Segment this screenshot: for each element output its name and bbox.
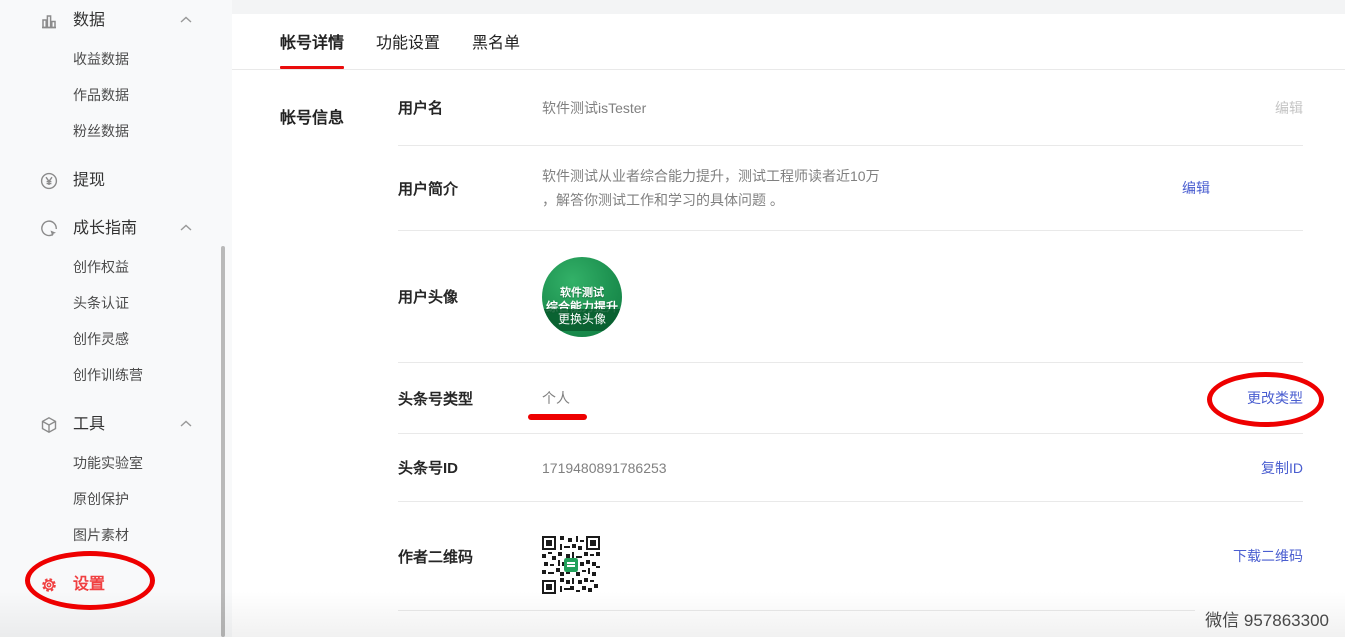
row-username: 用户名 软件测试isTester 编辑 <box>398 70 1303 146</box>
sidebar-item-label: 创作训练营 <box>73 364 143 386</box>
author-qr-code <box>542 536 600 594</box>
sidebar-group-label: 工具 <box>73 414 105 436</box>
username-label: 用户名 <box>398 97 542 118</box>
sidebar: 数据 收益数据 作品数据 粉丝数据 提现 成长指南 创作权益 头条认证 创作灵感… <box>0 0 232 637</box>
sidebar-group-tools[interactable]: 工具 <box>0 414 222 436</box>
sidebar-group-label: 成长指南 <box>73 218 137 240</box>
sidebar-item-creation-camp[interactable]: 创作训练营 <box>0 364 222 386</box>
sidebar-item-label: 设置 <box>73 574 105 596</box>
wechat-watermark: 微信 957863300 <box>1195 604 1333 635</box>
sidebar-item-label: 头条认证 <box>73 292 129 314</box>
row-author-qrcode: 作者二维码 <box>398 502 1303 611</box>
sidebar-group-withdraw[interactable]: 提现 <box>0 170 222 192</box>
copy-id-button[interactable]: 复制ID <box>1261 458 1303 478</box>
account-type-label: 头条号类型 <box>398 388 542 409</box>
tab-feature-settings[interactable]: 功能设置 <box>376 29 440 69</box>
download-qrcode-button[interactable]: 下载二维码 <box>1233 546 1303 566</box>
sidebar-item-creation-inspiration[interactable]: 创作灵感 <box>0 328 222 350</box>
sidebar-item-label: 图片素材 <box>73 524 129 546</box>
qrcode-label: 作者二维码 <box>398 546 542 567</box>
sidebar-item-feature-lab[interactable]: 功能实验室 <box>0 452 222 474</box>
row-account-id: 头条号ID 1719480891786253 复制ID <box>398 434 1303 502</box>
bio-value: 软件测试从业者综合能力提升，测试工程师读者近10万 ，解答你测试工作和学习的具体… <box>542 164 1182 212</box>
account-id-label: 头条号ID <box>398 457 542 478</box>
row-avatar: 用户头像 软件测试 综合能力提升 更换头像 <box>398 231 1303 363</box>
avatar-cell: 软件测试 综合能力提升 更换头像 <box>542 233 1303 361</box>
section-title: 帐号信息 <box>280 70 398 611</box>
tab-account-details[interactable]: 帐号详情 <box>280 29 344 69</box>
bar-chart-icon <box>40 12 58 30</box>
sidebar-item-label: 收益数据 <box>73 48 129 70</box>
change-avatar-overlay[interactable]: 更换头像 <box>542 309 622 331</box>
account-settings-panel: 帐号详情 功能设置 黑名单 帐号信息 用户名 软件测试isTester 编辑 用… <box>232 14 1345 637</box>
sidebar-item-fans-data[interactable]: 粉丝数据 <box>0 120 222 142</box>
sidebar-item-label: 创作权益 <box>73 256 129 278</box>
compass-click-icon <box>40 220 58 238</box>
sidebar-group-label: 提现 <box>73 170 105 192</box>
sidebar-item-original-protection[interactable]: 原创保护 <box>0 488 222 510</box>
sidebar-group-growth-guide[interactable]: 成长指南 <box>0 218 222 240</box>
account-type-value: 个人 <box>542 386 1247 410</box>
username-value: 软件测试isTester <box>542 96 1275 120</box>
account-id-value: 1719480891786253 <box>542 456 1261 480</box>
change-type-button[interactable]: 更改类型 <box>1247 388 1303 408</box>
row-bio: 用户简介 软件测试从业者综合能力提升，测试工程师读者近10万 ，解答你测试工作和… <box>398 146 1303 231</box>
row-account-type: 头条号类型 个人 更改类型 <box>398 363 1303 434</box>
sidebar-item-settings[interactable]: 设置 <box>0 574 222 596</box>
user-avatar[interactable]: 软件测试 综合能力提升 更换头像 <box>542 257 622 337</box>
sidebar-item-label: 粉丝数据 <box>73 120 129 142</box>
qrcode-cell <box>542 512 1233 601</box>
chevron-up-icon[interactable] <box>180 224 192 232</box>
edit-username-button[interactable]: 编辑 <box>1275 98 1303 118</box>
sidebar-item-label: 原创保护 <box>73 488 129 510</box>
sidebar-item-creator-rights[interactable]: 创作权益 <box>0 256 222 278</box>
sidebar-group-label: 数据 <box>73 10 105 32</box>
sidebar-item-image-material[interactable]: 图片素材 <box>0 524 222 546</box>
sidebar-item-works-data[interactable]: 作品数据 <box>0 84 222 106</box>
sidebar-item-label: 创作灵感 <box>73 328 129 350</box>
edit-bio-button[interactable]: 编辑 <box>1182 178 1210 198</box>
avatar-label: 用户头像 <box>398 286 542 307</box>
gear-icon <box>40 576 58 594</box>
yen-circle-icon <box>40 172 58 190</box>
sidebar-scrollbar[interactable] <box>221 246 225 637</box>
sidebar-item-label: 作品数据 <box>73 84 129 106</box>
chevron-up-icon[interactable] <box>180 16 192 24</box>
bio-label: 用户简介 <box>398 178 542 199</box>
sidebar-item-revenue-data[interactable]: 收益数据 <box>0 48 222 70</box>
sidebar-group-data[interactable]: 数据 <box>0 10 222 32</box>
settings-tabs: 帐号详情 功能设置 黑名单 <box>232 14 1345 70</box>
chevron-up-icon[interactable] <box>180 420 192 428</box>
cube-icon <box>40 416 58 434</box>
account-info-section: 帐号信息 用户名 软件测试isTester 编辑 用户简介 软件测试从业者综合能… <box>232 70 1345 611</box>
sidebar-item-label: 功能实验室 <box>73 452 143 474</box>
sidebar-item-toutiao-verify[interactable]: 头条认证 <box>0 292 222 314</box>
tab-blacklist[interactable]: 黑名单 <box>472 29 520 69</box>
